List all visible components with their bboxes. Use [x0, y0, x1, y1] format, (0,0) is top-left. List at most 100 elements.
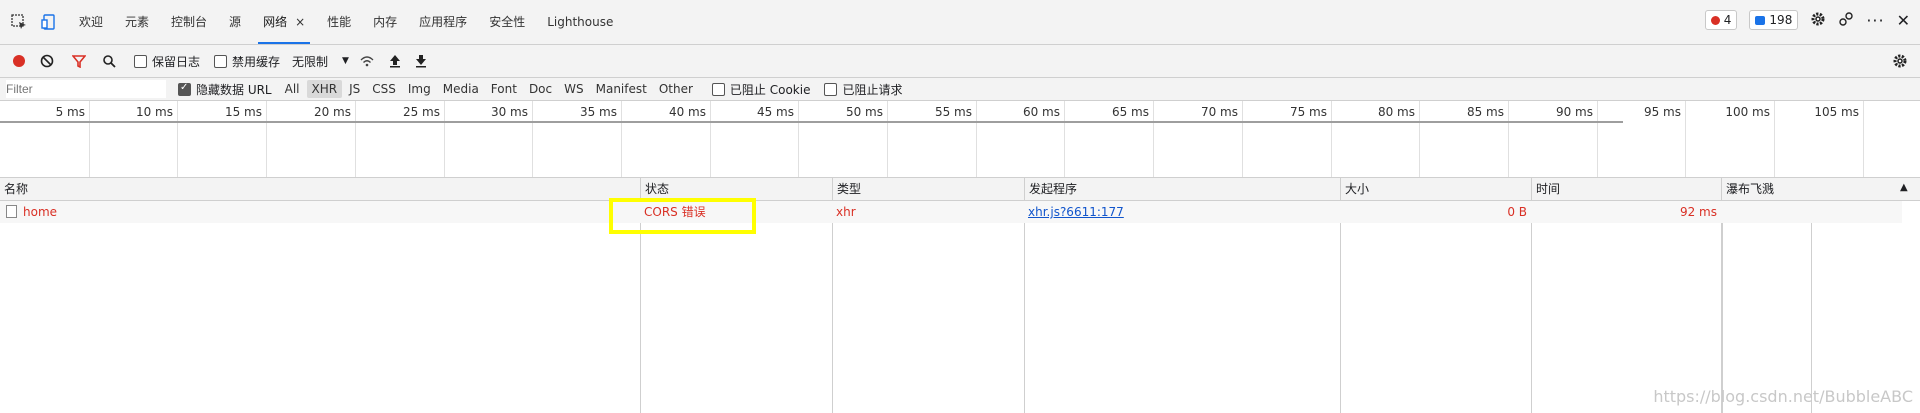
timeline-tick-line: [177, 101, 178, 177]
upload-icon[interactable]: [389, 54, 401, 68]
device-toolbar-icon[interactable]: [38, 11, 60, 33]
tab-memory[interactable]: 内存: [362, 0, 408, 44]
watermark-text: https://blog.csdn.net/BubbleABC: [1653, 387, 1913, 406]
record-icon[interactable]: [12, 54, 26, 68]
cell-waterfall: [1723, 201, 1902, 223]
sort-ascending-icon[interactable]: ▲: [1900, 182, 1908, 193]
type-filter-css[interactable]: CSS: [367, 80, 401, 98]
tab-bar-right-tools: 4 198 ··· ✕: [1704, 10, 1910, 30]
cell-initiator: xhr.js?6611:177: [1028, 201, 1340, 223]
type-filter-xhr[interactable]: XHR: [306, 80, 343, 98]
tab-console[interactable]: 控制台: [160, 0, 218, 44]
timeline-tick-label: 100 ms: [1725, 105, 1770, 119]
timeline-overview[interactable]: 5 ms 10 ms 15 ms 20 ms 25 ms 30 ms 35 ms 40 ms 4…: [0, 101, 1920, 178]
initiator-link[interactable]: xhr.js?6611:177: [1028, 205, 1124, 219]
connect-icon[interactable]: [1838, 11, 1854, 30]
timeline-tick-line: [1064, 101, 1065, 177]
column-header-name[interactable]: 名称: [0, 178, 640, 200]
filter-input[interactable]: [6, 80, 166, 98]
cell-name: home: [0, 201, 640, 223]
timeline-tick-label: 11: [1867, 105, 1920, 119]
message-count: 198: [1769, 13, 1793, 27]
column-header-initiator[interactable]: 发起程序: [1024, 178, 1340, 200]
wifi-icon[interactable]: [359, 54, 375, 68]
timeline-tick-line: [1774, 101, 1775, 177]
timeline-tick-line: [355, 101, 356, 177]
timeline-tick-label: 90 ms: [1555, 105, 1593, 119]
tab-sources[interactable]: 源: [218, 0, 252, 44]
search-icon[interactable]: [102, 54, 116, 68]
preserve-log-checkbox[interactable]: 保留日志: [134, 53, 200, 70]
settings-gear-icon[interactable]: [1810, 11, 1826, 30]
request-name: home: [23, 205, 58, 219]
timeline-tick-label: 5 ms: [55, 105, 85, 119]
waterfall-grid-line: [1811, 201, 1812, 413]
timeline-tick-label: 75 ms: [1289, 105, 1327, 119]
filter-icon[interactable]: [72, 54, 86, 68]
type-filter-manifest[interactable]: Manifest: [591, 80, 652, 98]
checkbox-box: [711, 82, 725, 96]
type-filter-doc[interactable]: Doc: [524, 80, 557, 98]
column-header-type[interactable]: 类型: [832, 178, 1024, 200]
timeline-tick-line: [444, 101, 445, 177]
table-row[interactable]: home CORS 错误 xhr xhr.js?6611:177 0 B 92 …: [0, 201, 1902, 223]
file-icon: [6, 205, 17, 218]
timeline-tick-label: 80 ms: [1377, 105, 1415, 119]
tab-application[interactable]: 应用程序: [408, 0, 478, 44]
disable-cache-label: 禁用缓存: [232, 54, 281, 69]
timeline-tick-line: [1508, 101, 1509, 177]
timeline-tick-label: 55 ms: [934, 105, 972, 119]
column-header-time[interactable]: 时间: [1531, 178, 1721, 200]
type-filter-media[interactable]: Media: [438, 80, 484, 98]
network-settings-gear-icon[interactable]: [1892, 53, 1908, 72]
type-filter-img[interactable]: Img: [403, 80, 436, 98]
chevron-down-icon: ▼: [342, 56, 349, 66]
timeline-tick-line: [266, 101, 267, 177]
timeline-tick-label: 10 ms: [135, 105, 173, 119]
clear-icon[interactable]: [40, 54, 54, 68]
tab-security[interactable]: 安全性: [478, 0, 536, 44]
timeline-tick-label: 60 ms: [1022, 105, 1060, 119]
type-filter-all[interactable]: All: [280, 80, 305, 98]
tab-welcome[interactable]: 欢迎: [68, 0, 114, 44]
timeline-tick-label: 65 ms: [1111, 105, 1149, 119]
type-filter-other[interactable]: Other: [654, 80, 698, 98]
error-count-badge[interactable]: 4: [1704, 10, 1738, 30]
cell-time: 92 ms: [1679, 205, 1717, 219]
timeline-tick-label: 70 ms: [1200, 105, 1238, 119]
tab-lighthouse[interactable]: Lighthouse: [536, 0, 624, 44]
message-count-badge[interactable]: 198: [1749, 10, 1799, 30]
type-filter-ws[interactable]: WS: [559, 80, 588, 98]
column-divider: [1340, 201, 1341, 413]
type-filter-js[interactable]: JS: [344, 80, 365, 98]
tab-performance[interactable]: 性能: [316, 0, 362, 44]
disable-cache-checkbox[interactable]: 禁用缓存: [214, 53, 280, 70]
timeline-tick-line: [89, 101, 90, 177]
preserve-log-label: 保留日志: [152, 54, 201, 69]
more-options-icon[interactable]: ···: [1866, 11, 1884, 30]
close-devtools-icon[interactable]: ✕: [1897, 11, 1910, 30]
inspect-element-icon[interactable]: [8, 11, 30, 33]
tab-elements[interactable]: 元素: [114, 0, 160, 44]
column-header-size[interactable]: 大小: [1340, 178, 1531, 200]
throttling-select[interactable]: 无限制 ▼: [292, 53, 349, 70]
timeline-tick-label: 15 ms: [224, 105, 262, 119]
type-filter-font[interactable]: Font: [486, 80, 522, 98]
checkbox-box: [214, 54, 228, 68]
checkbox-box: [134, 54, 147, 68]
column-header-status[interactable]: 状态: [640, 178, 832, 200]
error-icon: [1710, 15, 1720, 25]
timeline-tick-label: 45 ms: [756, 105, 794, 119]
close-icon[interactable]: ×: [295, 15, 305, 29]
tab-network[interactable]: 网络 ×: [252, 0, 316, 44]
column-divider: [1531, 201, 1532, 413]
column-header-waterfall[interactable]: 瀑布飞溅: [1721, 178, 1902, 200]
cell-type: xhr: [836, 205, 856, 219]
tab-network-label: 网络: [263, 15, 288, 29]
blocked-requests-checkbox[interactable]: 已阻止请求: [824, 81, 902, 98]
download-icon[interactable]: [415, 54, 427, 68]
blocked-cookies-checkbox[interactable]: 已阻止 Cookie: [711, 81, 810, 98]
hide-data-urls-checkbox[interactable]: 隐藏数据 URL: [178, 81, 272, 98]
timeline-tick-line: [1419, 101, 1420, 177]
timeline-tick-line: [1331, 101, 1332, 177]
